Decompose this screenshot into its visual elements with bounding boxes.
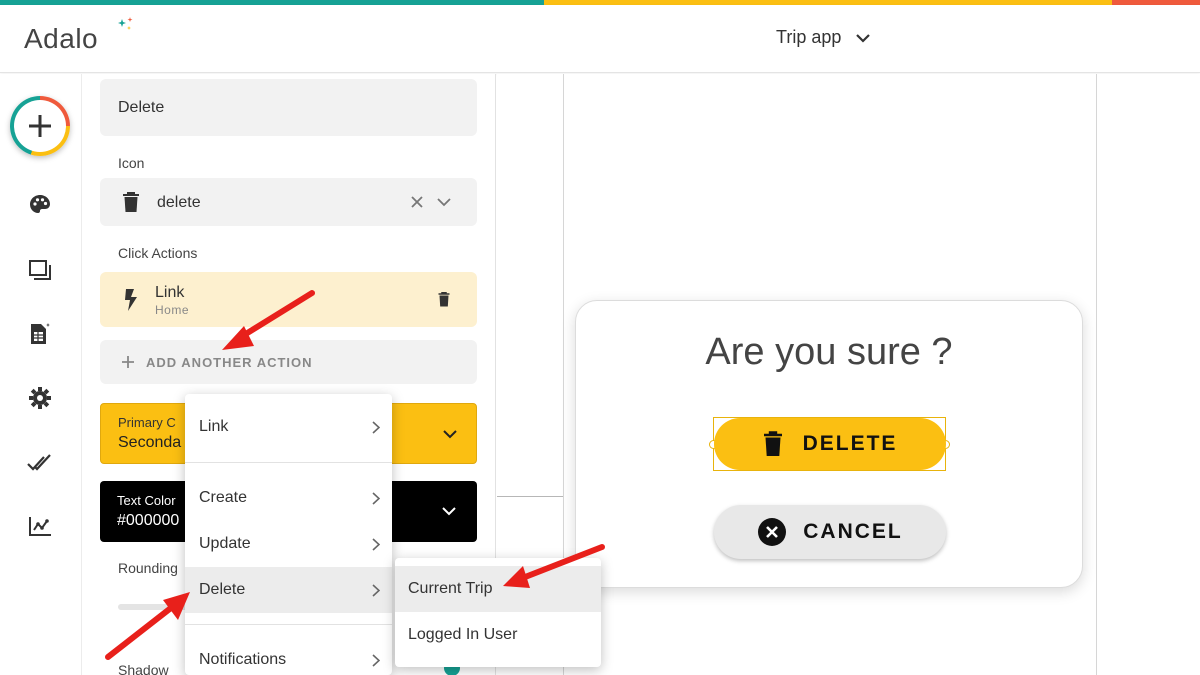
icon-value: delete [157,194,201,211]
menu-item-label: Create [199,489,248,506]
chevron-right-icon [372,420,380,434]
primary-color-label: Primary C [118,415,176,430]
left-toolbar [0,74,82,675]
link-action-item[interactable]: Link Home [100,272,477,327]
button-text-value: Delete [118,99,165,116]
app-window: Adalo Trip app Delete Icon delete Click … [0,0,1200,675]
menu-item-create[interactable]: Create [185,475,392,521]
modal-title: Are you sure ? [705,331,953,373]
cancel-circle-icon [758,518,787,546]
click-actions-label: Click Actions [118,245,198,261]
chevron-right-icon [372,653,380,667]
icon-select[interactable]: delete [100,178,477,226]
database-icon[interactable] [26,320,54,348]
trash-icon[interactable] [438,292,450,307]
text-color-value: #000000 [117,512,180,529]
chevron-right-icon [372,537,380,551]
submenu-item-logged-in-user[interactable]: Logged In User [395,612,601,658]
adalo-logo[interactable]: Adalo [24,23,98,55]
sparkle-icon [118,17,133,30]
rounding-label: Rounding [118,560,178,576]
add-component-button[interactable] [10,96,70,156]
app-name: Trip app [776,27,842,47]
rounding-slider[interactable] [118,604,188,610]
chevron-right-icon [372,583,380,597]
confirm-modal: Are you sure ? DELETE CANCEL [575,300,1083,588]
link-connector-line [497,496,563,497]
menu-item-label: Notifications [199,651,287,668]
app-selector[interactable]: Trip app [776,27,871,48]
menu-item-label: Update [199,535,251,552]
plus-icon [29,115,51,137]
delete-button-label: DELETE [802,432,898,455]
cancel-button-label: CANCEL [803,520,903,543]
submenu-item-label: Current Trip [408,580,493,597]
menu-item-update[interactable]: Update [185,521,392,567]
menu-item-label: Delete [199,581,246,598]
chevron-down-icon [443,430,457,439]
action-type-menu: Link Create Update Delete Notifications [185,394,392,675]
menu-item-link[interactable]: Link [185,404,392,450]
primary-color-value: Seconda [118,434,182,451]
menu-divider [185,624,392,625]
publish-icon[interactable] [26,448,54,476]
add-action-label: ADD ANOTHER ACTION [146,354,313,370]
lightning-icon [125,289,137,311]
gear-icon[interactable] [26,384,54,412]
palette-icon[interactable] [26,191,54,219]
chevron-right-icon [372,491,380,505]
menu-item-notifications[interactable]: Notifications [185,637,392,675]
add-another-action-button[interactable]: ADD ANOTHER ACTION [100,340,477,384]
menu-divider [185,462,392,463]
text-color-label: Text Color [117,493,176,508]
submenu-item-current-trip[interactable]: Current Trip [395,566,601,612]
icon-label: Icon [118,155,145,171]
chevron-down-icon [856,33,871,43]
action-title: Link [155,284,185,301]
chevron-down-icon [442,507,456,516]
top-header: Adalo Trip app [0,5,1200,73]
submenu-item-label: Logged In User [408,626,518,643]
delete-target-submenu: Current Trip Logged In User [395,558,601,667]
screens-icon[interactable] [26,256,54,284]
trash-icon [763,431,782,456]
clear-icon[interactable] [411,196,423,208]
shadow-label: Shadow [118,662,169,675]
button-text-field[interactable]: Delete [100,79,477,136]
plus-icon [122,356,134,368]
cancel-button[interactable]: CANCEL [714,505,946,559]
delete-button[interactable]: DELETE [714,418,946,470]
menu-item-label: Link [199,418,229,435]
chevron-down-icon[interactable] [437,198,451,207]
trash-icon [123,192,139,212]
action-subtitle: Home [155,303,190,317]
menu-item-delete[interactable]: Delete [185,567,392,613]
analytics-icon[interactable] [26,512,54,540]
